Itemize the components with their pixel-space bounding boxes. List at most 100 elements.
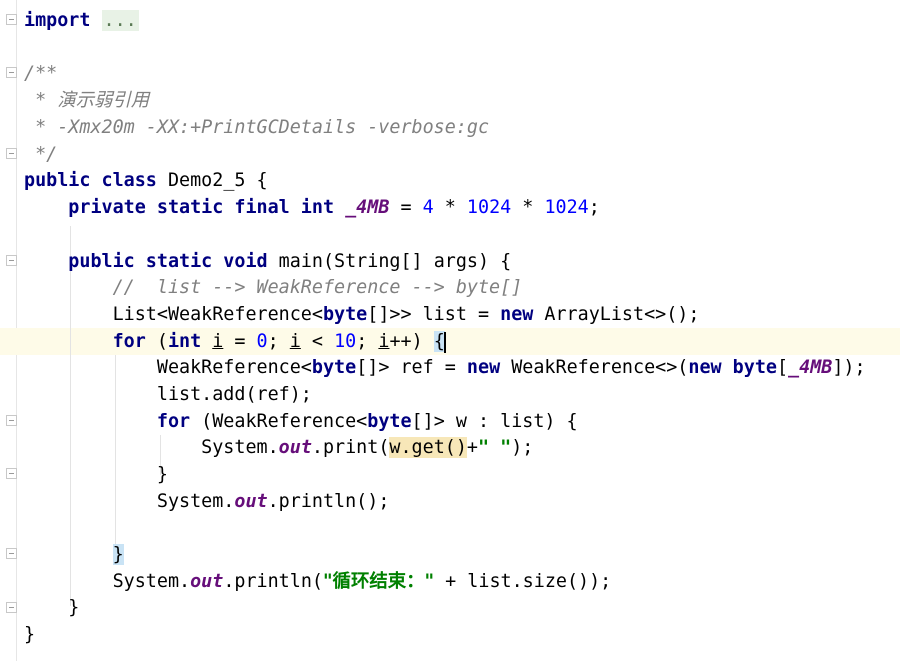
code-line-7[interactable]: private static final int _4MB = 4 * 1024… [24, 194, 600, 221]
code-text: []> w : list) { [411, 411, 578, 432]
code-line-3[interactable]: * 演示弱引用 [24, 87, 149, 114]
constant-4mb: _4MB [345, 197, 390, 218]
code-text: } [68, 597, 80, 618]
code-line-9[interactable]: // list --> WeakReference --> byte[] [24, 274, 523, 301]
keyword-import: import [24, 10, 91, 31]
code-text: ; [267, 331, 290, 352]
code-line-17[interactable]: System.out.println(); [24, 488, 390, 515]
code-text: System. [112, 571, 191, 592]
code-text: + list.size()); [434, 571, 612, 592]
folded-imports[interactable]: ... [101, 10, 139, 31]
code-text: ); [511, 437, 534, 458]
code-text: ; [588, 197, 600, 218]
keyword: byte [311, 357, 357, 378]
code-line-21[interactable]: } [24, 621, 35, 648]
code-text: * [511, 197, 545, 218]
code-line-13[interactable]: list.add(ref); [24, 381, 312, 408]
code-text: } [156, 464, 168, 485]
keyword: public static void [68, 251, 268, 272]
code-text: = [389, 197, 423, 218]
code-text: .println( [223, 571, 323, 592]
code-line-12[interactable]: WeakReference<byte[]> ref = new WeakRefe… [24, 354, 866, 381]
code-line-1[interactable]: import ... [24, 7, 139, 34]
static-field-out: out [190, 571, 224, 592]
code-text: list.add(ref); [156, 384, 312, 405]
code-text: List<WeakReference< [112, 304, 323, 325]
code-line-4[interactable]: * -Xmx20m -XX:+PrintGCDetails -verbose:g… [24, 114, 489, 141]
code-line-5[interactable]: */ [24, 141, 57, 168]
code-text: System. [201, 437, 279, 458]
code-text: []> ref = [356, 357, 467, 378]
code-text: ArrayList<>(); [533, 304, 700, 325]
code-line-16[interactable]: } [24, 461, 168, 488]
keyword: byte [367, 411, 412, 432]
number-literal: 4 [422, 197, 434, 218]
keyword: for [112, 331, 146, 352]
code-text: []>> list = [367, 304, 501, 325]
code-line-11[interactable]: for (int i = 0; i < 10; i++) { [24, 328, 446, 355]
number-literal: 10 [334, 331, 357, 352]
code-line-15[interactable]: System.out.print(w.get()+" "); [24, 434, 533, 461]
static-field-out: out [234, 491, 268, 512]
variable-i: i [212, 331, 224, 352]
keyword: byte [732, 357, 777, 378]
fold-inner-for-close-icon[interactable] [6, 468, 17, 479]
code-text: (WeakReference< [190, 411, 368, 432]
number-literal: 1024 [466, 197, 512, 218]
comment-cjk: 演示弱引用 [57, 90, 150, 111]
fold-main-open-icon[interactable] [6, 255, 17, 266]
code-text: WeakReference<>( [500, 357, 689, 378]
keyword: new [466, 357, 501, 378]
number-literal: 0 [256, 331, 268, 352]
number-literal: 1024 [544, 197, 589, 218]
string-literal: "循环结束：" [322, 571, 435, 592]
code-text: ( [145, 331, 168, 352]
code-line-10[interactable]: List<WeakReference<byte[]>> list = new A… [24, 301, 700, 328]
highlighted-expression: w.get() [389, 437, 467, 458]
code-text: .print( [311, 437, 390, 458]
code-editor[interactable]: import ... /** * 演示弱引用 * -Xmx20m -XX:+Pr… [0, 0, 900, 661]
fold-main-close-icon[interactable] [6, 602, 17, 613]
matched-brace-close: } [112, 544, 124, 565]
variable-i: i [378, 331, 390, 352]
constant-4mb: _4MB [788, 357, 833, 378]
keyword: private static final int [68, 197, 335, 218]
comment: */ [24, 144, 58, 165]
code-text: WeakReference< [156, 357, 312, 378]
code-text: = [223, 331, 257, 352]
code-line-6[interactable]: public class Demo2_5 { [24, 167, 268, 194]
code-line-20[interactable]: } [24, 594, 79, 621]
text-cursor [443, 331, 446, 353]
fold-for-close-icon[interactable] [6, 548, 17, 559]
code-line-19[interactable]: System.out.println("循环结束：" + list.size()… [24, 568, 612, 595]
keyword: for [156, 411, 191, 432]
code-line-18[interactable]: } [24, 541, 124, 568]
fold-javadoc-close-icon[interactable] [6, 148, 17, 159]
fold-javadoc-open-icon[interactable] [6, 67, 17, 78]
class-declaration: Demo2_5 { [156, 170, 268, 191]
code-text: ++) [389, 331, 434, 352]
method-signature: main(String[] args) { [267, 251, 512, 272]
code-text: ; [356, 331, 379, 352]
comment: * [24, 90, 58, 111]
code-line-14[interactable]: for (WeakReference<byte[]> w : list) { [24, 408, 578, 435]
keyword: public [24, 170, 91, 191]
keyword: class [101, 170, 157, 191]
fold-inner-for-open-icon[interactable] [6, 415, 17, 426]
fold-import-icon[interactable] [6, 14, 17, 25]
code-text: + [466, 437, 478, 458]
code-text: ]); [832, 357, 866, 378]
code-text: * [433, 197, 467, 218]
code-line-8[interactable]: public static void main(String[] args) { [24, 248, 511, 275]
variable-i: i [289, 331, 301, 352]
keyword: int [167, 331, 202, 352]
static-field-out: out [278, 437, 312, 458]
comment: // list --> WeakReference --> byte[] [112, 277, 523, 298]
keyword: new [500, 304, 534, 325]
string-literal: " " [478, 437, 512, 458]
comment: * -Xmx20m -XX:+PrintGCDetails -verbose:g… [24, 117, 490, 138]
code-line-2[interactable]: /** [24, 60, 57, 87]
code-text: .println(); [267, 491, 390, 512]
